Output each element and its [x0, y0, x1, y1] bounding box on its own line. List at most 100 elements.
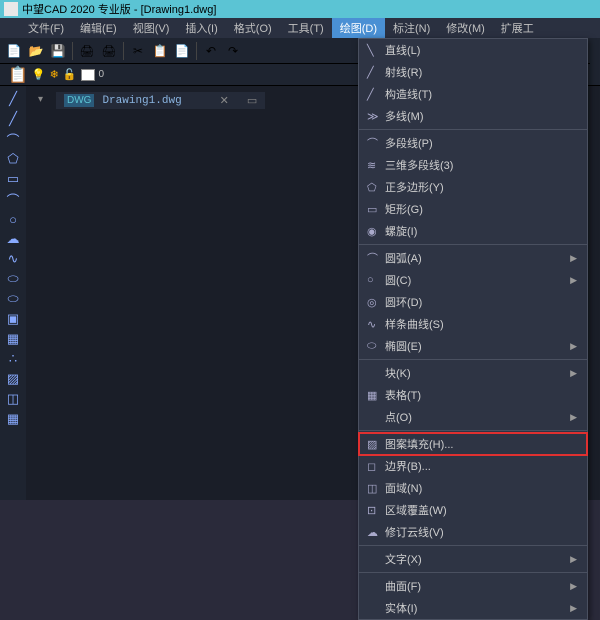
new-file-button[interactable]: 📄	[4, 41, 24, 61]
print-button[interactable]: 🖨	[77, 41, 97, 61]
close-tab-button[interactable]: ✕	[220, 94, 229, 107]
line-tool[interactable]: ╱	[4, 90, 22, 108]
hatch-icon: ▨	[367, 438, 385, 451]
cut-button[interactable]: ✂	[128, 41, 148, 61]
paste-button[interactable]: 📄	[172, 41, 192, 61]
menu-item-circle[interactable]: ○圆(C)▶	[359, 269, 587, 291]
submenu-arrow-icon: ▶	[570, 368, 577, 379]
polygon-tool[interactable]: ⬠	[4, 150, 22, 168]
layer-manager-button[interactable]: 📋	[8, 65, 28, 85]
menu-modify[interactable]: 修改(M)	[438, 18, 493, 38]
copy-button[interactable]: 📋	[150, 41, 170, 61]
menu-item-spiral[interactable]: ◉螺旋(I)	[359, 220, 587, 242]
menu-draw[interactable]: 绘图(D)	[332, 18, 385, 38]
menu-item-rectangle[interactable]: ▭矩形(G)	[359, 198, 587, 220]
layer-color-swatch[interactable]	[81, 69, 95, 81]
polyline3d-icon: ≋	[367, 159, 385, 172]
app-title: 中望CAD 2020 专业版 - [Drawing1.dwg]	[22, 1, 216, 17]
circle-tool[interactable]: ○	[4, 210, 22, 228]
ellipse-icon: ⬭	[367, 340, 385, 353]
ray-icon: ╱	[367, 66, 385, 79]
menu-item-boundary[interactable]: ◻边界(B)...	[359, 455, 587, 477]
menu-item-solid[interactable]: 实体(I)▶	[359, 597, 587, 619]
menu-dimension[interactable]: 标注(N)	[385, 18, 438, 38]
boundary-icon: ◻	[367, 460, 385, 473]
rectangle-icon: ▭	[367, 203, 385, 216]
ellipse-arc-tool[interactable]: ⬭	[4, 290, 22, 308]
region-tool[interactable]: ◫	[4, 390, 22, 408]
table-tool[interactable]: ▦	[4, 410, 22, 428]
donut-icon: ◎	[367, 296, 385, 309]
document-tab[interactable]: DWG Drawing1.dwg ✕ ▭	[56, 92, 265, 109]
menu-format[interactable]: 格式(O)	[226, 18, 280, 38]
menu-file[interactable]: 文件(F)	[20, 18, 72, 38]
insert-block-tool[interactable]: ▣	[4, 310, 22, 328]
menu-item-3dpolyline[interactable]: ≋三维多段线(3)	[359, 154, 587, 176]
hatch-tool[interactable]: ▨	[4, 370, 22, 388]
menu-insert[interactable]: 插入(I)	[177, 18, 225, 38]
menu-item-region[interactable]: ◫面域(N)	[359, 477, 587, 499]
submenu-arrow-icon: ▶	[570, 554, 577, 565]
document-tab-name: Drawing1.dwg	[102, 95, 181, 107]
menu-item-table[interactable]: ▦表格(T)	[359, 384, 587, 406]
rectangle-tool[interactable]: ▭	[4, 170, 22, 188]
open-file-button[interactable]: 📂	[26, 41, 46, 61]
menu-item-surface[interactable]: 曲面(F)▶	[359, 575, 587, 597]
menu-item-revcloud[interactable]: ☁修订云线(V)	[359, 521, 587, 543]
ellipse-tool[interactable]: ⬭	[4, 270, 22, 288]
new-tab-button[interactable]: ▭	[247, 94, 257, 107]
table-icon: ▦	[367, 389, 385, 402]
polygon-icon: ⬠	[367, 181, 385, 194]
menu-edit[interactable]: 编辑(E)	[72, 18, 125, 38]
polyline-tool[interactable]: ⌒	[4, 130, 22, 148]
menu-bar: 文件(F) 编辑(E) 视图(V) 插入(I) 格式(O) 工具(T) 绘图(D…	[0, 18, 600, 38]
menu-item-arc[interactable]: ⌒圆弧(A)▶	[359, 247, 587, 269]
menu-item-ray[interactable]: ╱射线(R)	[359, 61, 587, 83]
menu-item-wipeout[interactable]: ⊡区域覆盖(W)	[359, 499, 587, 521]
menu-item-mline[interactable]: ≫多线(M)	[359, 105, 587, 127]
undo-button[interactable]: ↶	[201, 41, 221, 61]
menu-extend[interactable]: 扩展工	[493, 18, 542, 38]
submenu-arrow-icon: ▶	[570, 581, 577, 592]
draw-toolbar: ╱ ╱ ⌒ ⬠ ▭ ⌒ ○ ☁ ∿ ⬭ ⬭ ▣ ▦ ∴ ▨ ◫ ▦	[0, 86, 26, 500]
title-bar: 中望CAD 2020 专业版 - [Drawing1.dwg]	[0, 0, 600, 18]
revcloud-tool[interactable]: ☁	[4, 230, 22, 248]
submenu-arrow-icon: ▶	[570, 603, 577, 614]
wipeout-icon: ⊡	[367, 504, 385, 517]
menu-item-line[interactable]: ╲直线(L)	[359, 39, 587, 61]
menu-item-block[interactable]: 块(K)▶	[359, 362, 587, 384]
app-icon	[4, 2, 18, 16]
spline-tool[interactable]: ∿	[4, 250, 22, 268]
layer-lock-icon[interactable]: 🔓	[63, 68, 77, 81]
menu-item-xline[interactable]: ╱构造线(T)	[359, 83, 587, 105]
spiral-icon: ◉	[367, 225, 385, 238]
tree-collapse-icon[interactable]: ▾	[38, 94, 43, 105]
xline-icon: ╱	[367, 88, 385, 101]
xline-tool[interactable]: ╱	[4, 110, 22, 128]
mline-icon: ≫	[367, 110, 385, 123]
print-preview-button[interactable]: 🖨	[99, 41, 119, 61]
circle-icon: ○	[367, 274, 385, 286]
menu-item-spline[interactable]: ∿样条曲线(S)	[359, 313, 587, 335]
menu-item-hatch[interactable]: ▨图案填充(H)...	[359, 433, 587, 455]
menu-item-ellipse[interactable]: ⬭椭圆(E)▶	[359, 335, 587, 357]
dwg-file-icon: DWG	[64, 94, 94, 107]
menu-tools[interactable]: 工具(T)	[280, 18, 332, 38]
redo-button[interactable]: ↷	[223, 41, 243, 61]
layer-visibility-icon[interactable]: 💡	[32, 68, 46, 81]
submenu-arrow-icon: ▶	[570, 341, 577, 352]
menu-view[interactable]: 视图(V)	[125, 18, 178, 38]
layer-name[interactable]: 0	[99, 69, 105, 80]
point-tool[interactable]: ∴	[4, 350, 22, 368]
menu-item-point[interactable]: 点(O)▶	[359, 406, 587, 428]
save-button[interactable]: 💾	[48, 41, 68, 61]
menu-item-polygon[interactable]: ⬠正多边形(Y)	[359, 176, 587, 198]
menu-item-donut[interactable]: ◎圆环(D)	[359, 291, 587, 313]
make-block-tool[interactable]: ▦	[4, 330, 22, 348]
layer-freeze-icon[interactable]: ❄	[50, 68, 59, 81]
submenu-arrow-icon: ▶	[570, 275, 577, 286]
menu-item-text[interactable]: 文字(X)▶	[359, 548, 587, 570]
arc-tool[interactable]: ⌒	[4, 190, 22, 208]
menu-item-polyline[interactable]: ⌒多段线(P)	[359, 132, 587, 154]
draw-menu-dropdown: ╲直线(L) ╱射线(R) ╱构造线(T) ≫多线(M) ⌒多段线(P) ≋三维…	[358, 38, 588, 620]
